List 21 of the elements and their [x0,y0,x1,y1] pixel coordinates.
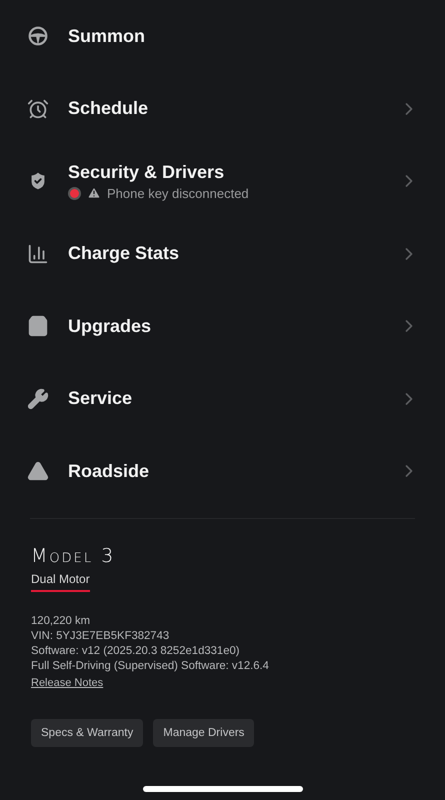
menu-item-label[interactable]: Summon [68,26,419,47]
action-button[interactable]: Specs & Warranty [31,718,144,746]
menu-item-label[interactable]: Upgrades [68,316,381,337]
steering-wheel-icon [27,25,49,48]
menu-item-label[interactable]: Schedule [68,98,381,120]
menu-item-label[interactable]: Roadside [68,460,381,482]
menu-item-label[interactable]: Service [68,388,381,410]
release-notes-link[interactable]: Release Notes [31,676,104,688]
vehicle-detail: 120,220 km [31,614,92,628]
wrench-icon [27,388,49,410]
bar-chart-icon [27,242,49,265]
model-name: Model 3 [31,544,116,566]
alarm-clock-icon [27,98,49,120]
menu-item-label[interactable]: Security & Drivers [68,162,381,183]
action-button[interactable]: Manage Drivers [153,718,254,746]
menu-item-label[interactable]: Charge Stats [68,243,381,264]
variant-tab[interactable]: Dual Motor [31,572,90,592]
vehicle-detail: Software: v12 (2025.20.3 8252e1d331e0) [31,644,241,658]
vehicle-detail: VIN: 5YJ3E7EB5KF382743 [31,628,170,644]
status-text: Phone key disconnected [107,186,249,201]
vehicle-detail: Full Self-Driving (Supervised) Software: v12.6.4 [31,658,270,674]
